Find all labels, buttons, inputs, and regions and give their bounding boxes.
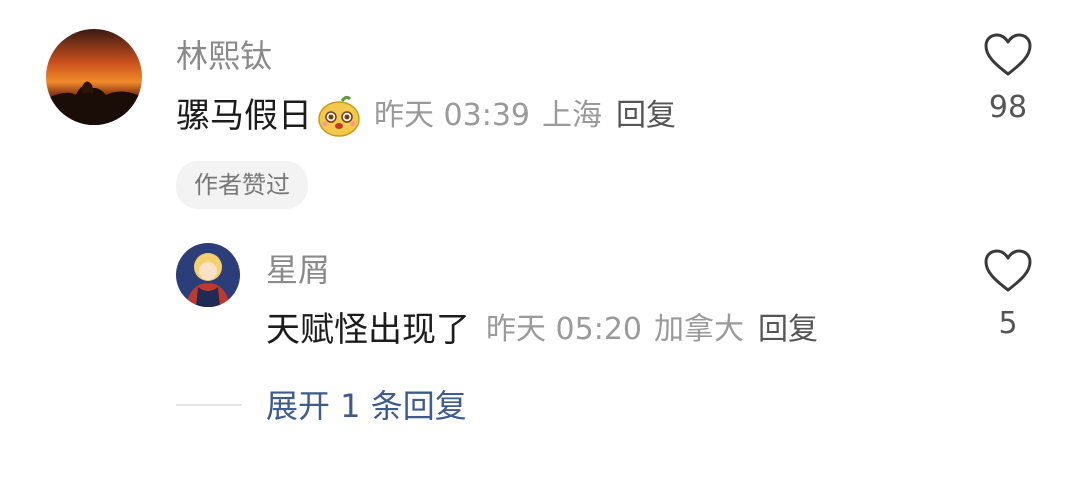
smug-bean-emoji-icon bbox=[316, 93, 362, 139]
comment-time: 昨天 03:39 bbox=[374, 98, 530, 133]
like-button[interactable]: 5 bbox=[978, 248, 1038, 342]
like-button[interactable]: 98 bbox=[978, 32, 1038, 126]
comment-body[interactable]: 骡马假日 昨天 03:39 上海 回复 bbox=[176, 93, 676, 139]
commenter-name[interactable]: 星屑 bbox=[266, 250, 330, 290]
expand-divider bbox=[176, 404, 242, 406]
avatar-commenter-2[interactable] bbox=[176, 243, 240, 307]
anime-character-avatar-image bbox=[176, 243, 240, 307]
comment-location: 加拿大 bbox=[654, 312, 744, 347]
commenter-name[interactable]: 林熙钛 bbox=[176, 36, 272, 76]
comment-time: 昨天 05:20 bbox=[486, 312, 642, 347]
expand-replies-link[interactable]: 展开 1 条回复 bbox=[266, 384, 467, 428]
author-liked-badge: 作者赞过 bbox=[176, 161, 308, 209]
comment-body[interactable]: 天赋怪出现了 昨天 05:20 加拿大 回复 bbox=[266, 308, 818, 352]
reply-button[interactable]: 回复 bbox=[758, 308, 818, 352]
like-count: 98 bbox=[988, 90, 1028, 125]
comment-text: 骡马假日 bbox=[176, 96, 312, 136]
reply-button[interactable]: 回复 bbox=[616, 94, 676, 138]
comment-thread: 林熙钛 骡马假日 昨天 03:39 上海 回复 98 作者赞过 星屑 天赋怪出现… bbox=[0, 0, 1080, 480]
like-count: 5 bbox=[998, 306, 1018, 341]
avatar-commenter-1[interactable] bbox=[46, 29, 142, 125]
heart-outline-icon bbox=[984, 33, 1032, 76]
comment-location: 上海 bbox=[542, 98, 602, 133]
comment-text: 天赋怪出现了 bbox=[266, 310, 470, 350]
heart-outline-icon bbox=[984, 249, 1032, 292]
sunset-avatar-image bbox=[46, 29, 142, 125]
